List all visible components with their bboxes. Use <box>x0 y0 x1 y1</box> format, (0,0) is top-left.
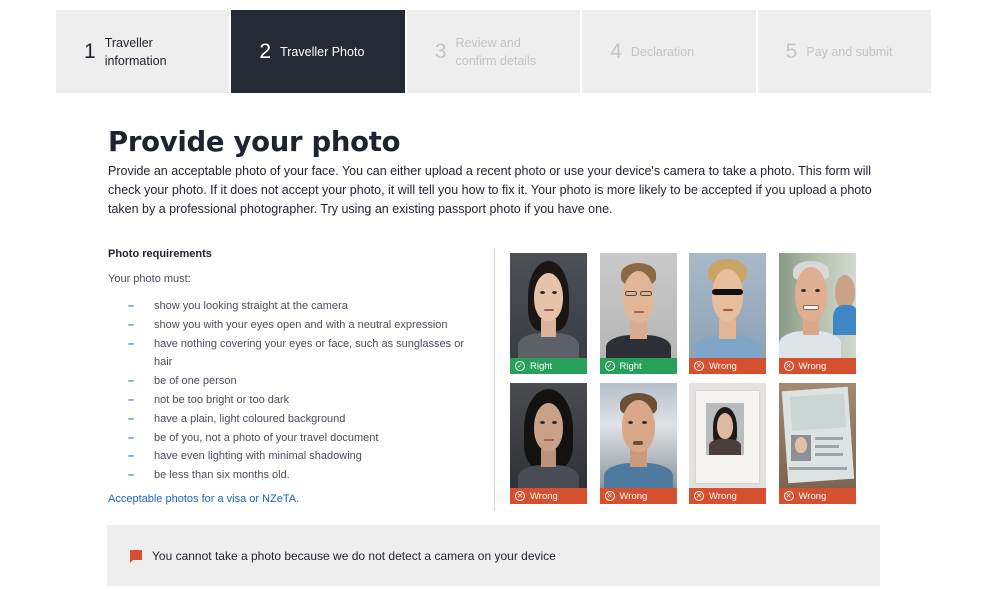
example-photo: ✕ Wrong <box>778 253 856 374</box>
example-photo: ✕ Wrong <box>510 383 587 504</box>
step-label: Pay and submit <box>806 44 893 59</box>
x-circle-icon: ✕ <box>694 361 704 371</box>
flag-icon <box>130 549 142 563</box>
step-traveller-photo[interactable]: 2 Traveller Photo <box>231 10 405 93</box>
requirement-item: have nothing covering your eyes or face,… <box>128 335 468 373</box>
example-photos-grid: ✓ Right ✓ Right ✕ Wrong ✕ Wrong ✕ Wrong … <box>510 253 856 504</box>
requirement-item: be of one person <box>128 372 468 391</box>
portrait-image <box>599 383 677 495</box>
step-label: Declaration <box>630 44 695 59</box>
example-photo: ✕ Wrong <box>778 383 856 504</box>
requirement-item: be less than six months old. <box>128 466 468 485</box>
step-number: 5 <box>785 40 798 63</box>
step-review-details[interactable]: 3 Review and confirm details <box>406 10 581 93</box>
example-photo: ✕ Wrong <box>689 253 766 374</box>
portrait-image <box>510 383 587 495</box>
portrait-image <box>778 253 856 363</box>
requirement-item: show you with your eyes open and with a … <box>128 316 468 335</box>
portrait-image <box>689 253 766 365</box>
check-circle-icon: ✓ <box>515 361 525 371</box>
requirement-item: be of you, not a photo of your travel do… <box>128 429 468 448</box>
page-title: Provide your photo <box>108 126 401 158</box>
portrait-image <box>599 253 677 365</box>
status-badge: ✕ Wrong <box>510 488 587 504</box>
x-circle-icon: ✕ <box>694 491 704 501</box>
status-badge: ✕ Wrong <box>778 358 856 374</box>
status-label: Wrong <box>798 360 827 372</box>
step-declaration[interactable]: 4 Declaration <box>582 10 756 93</box>
portrait-image <box>778 383 856 488</box>
status-badge: ✕ Wrong <box>689 358 766 374</box>
status-label: Wrong <box>709 490 737 502</box>
x-circle-icon: ✕ <box>604 491 615 501</box>
example-photo: ✓ Right <box>599 253 677 374</box>
progress-stepper: 1 Traveller information 2 Traveller Phot… <box>56 10 932 93</box>
status-label: Wrong <box>619 490 648 502</box>
status-label: Right <box>530 360 553 372</box>
acceptable-photos-link[interactable]: Acceptable photos for a visa or NZeTA. <box>108 493 299 505</box>
requirement-item: have a plain, light coloured background <box>128 410 468 429</box>
step-number: 2 <box>259 40 272 63</box>
step-number: 3 <box>434 40 447 63</box>
portrait-image <box>689 383 766 488</box>
x-circle-icon: ✕ <box>783 361 794 371</box>
step-label: Review and confirm details <box>455 35 537 68</box>
requirement-item: have even lighting with minimal shadowin… <box>128 447 468 466</box>
requirements-heading: Photo requirements <box>108 248 212 260</box>
status-badge: ✓ Right <box>599 358 677 374</box>
step-label: Traveller Photo <box>280 44 365 59</box>
step-pay-and-submit[interactable]: 5 Pay and submit <box>757 10 932 93</box>
portrait-image <box>510 253 587 363</box>
check-circle-icon: ✓ <box>604 361 615 371</box>
intro-text: Provide an acceptable photo of your face… <box>108 164 872 216</box>
requirement-item: not be too bright or too dark <box>128 391 468 410</box>
requirements-list: show you looking straight at the camera … <box>128 297 468 485</box>
requirement-item: show you looking straight at the camera <box>128 297 468 316</box>
x-circle-icon: ✕ <box>783 491 794 501</box>
step-traveller-information[interactable]: 1 Traveller information <box>56 10 230 93</box>
step-number: 4 <box>610 40 622 63</box>
status-label: Right <box>619 360 642 372</box>
example-photo: ✕ Wrong <box>689 383 766 504</box>
step-label: Traveller information <box>104 35 167 68</box>
step-number: 1 <box>84 40 96 63</box>
status-badge: ✕ Wrong <box>778 488 856 504</box>
notice-text: You cannot take a photo because we do no… <box>152 548 556 563</box>
status-badge: ✓ Right <box>510 358 587 374</box>
divider <box>494 248 495 511</box>
status-label: Wrong <box>530 490 558 502</box>
status-badge: ✕ Wrong <box>689 488 766 504</box>
status-badge: ✕ Wrong <box>599 488 677 504</box>
example-photo: ✓ Right <box>510 253 587 374</box>
status-label: Wrong <box>709 360 737 372</box>
requirements-lead: Your photo must: <box>108 273 191 285</box>
x-circle-icon: ✕ <box>515 491 525 501</box>
example-photo: ✕ Wrong <box>599 383 677 504</box>
status-label: Wrong <box>798 490 827 502</box>
camera-notice: You cannot take a photo because we do no… <box>107 525 880 586</box>
